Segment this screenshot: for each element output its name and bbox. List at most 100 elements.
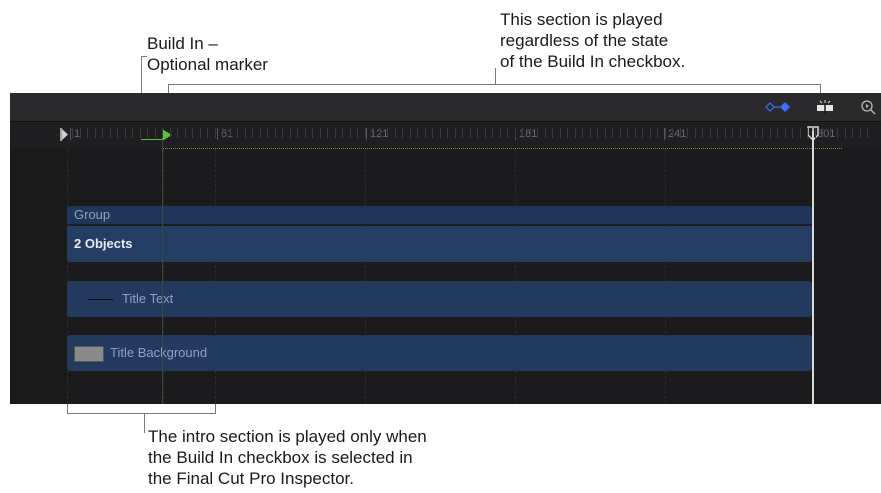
played-regardless-callout: This section is played regardless of the… (500, 9, 685, 72)
ruler-tick (642, 128, 643, 138)
title-text-label: Title Text (122, 291, 174, 306)
ruler-tick (275, 128, 276, 138)
ruler-tick (747, 128, 748, 138)
build-in-leader-tick (141, 56, 147, 57)
ruler-tick (80, 128, 81, 138)
ruler-tick (455, 128, 456, 138)
zoom-icon[interactable] (860, 99, 876, 115)
ruler-tick (567, 128, 568, 138)
ruler-tick (605, 128, 606, 138)
snapping-icon[interactable] (814, 99, 836, 115)
ruler-tick (417, 128, 418, 138)
ruler-tick (402, 128, 403, 138)
ruler-label: 241 (664, 128, 686, 140)
ruler-tick (192, 128, 193, 138)
ruler-tick (792, 128, 793, 138)
ruler-tick (110, 128, 111, 138)
ruler-tick (432, 128, 433, 138)
ruler-tick (815, 128, 816, 138)
ruler-tick (95, 128, 96, 138)
intro-bracket-right (215, 404, 216, 413)
ruler-tick (387, 128, 388, 138)
ruler-tick (140, 128, 141, 138)
ruler-tick (777, 128, 778, 138)
ruler-tick (537, 128, 538, 138)
ruler-tick (230, 128, 231, 138)
ruler-tick (462, 128, 463, 138)
ruler-tick (237, 128, 238, 138)
ruler-tick (597, 128, 598, 138)
ruler-tick (200, 128, 201, 138)
ruler-tick (740, 128, 741, 138)
ruler-tick (87, 128, 88, 138)
regardless-bracket-left (168, 84, 169, 93)
ruler-tick (770, 128, 771, 138)
ruler-tick (297, 128, 298, 138)
play-range-dotted-line (162, 148, 842, 149)
ruler-tick (560, 128, 561, 138)
ruler-tick (185, 128, 186, 138)
ruler-label: 181 (515, 128, 537, 140)
ruler-tick (837, 128, 838, 138)
ruler-tick (252, 128, 253, 138)
ruler-tick (357, 128, 358, 138)
ruler-tick (305, 128, 306, 138)
intro-callout-line: the Build In checkbox is selected in (148, 448, 413, 467)
ruler-tick (320, 128, 321, 138)
ruler-tick (665, 128, 666, 138)
ruler-tick (522, 128, 523, 138)
ruler-tick (530, 128, 531, 138)
objects-track[interactable]: 2 Objects (67, 226, 812, 262)
ruler-tick (125, 128, 126, 138)
ruler-tick (395, 128, 396, 138)
regardless-bracket-stem (495, 68, 496, 84)
ruler-tick (620, 128, 621, 138)
ruler-tick (215, 128, 216, 138)
marker-green-line (141, 139, 163, 140)
ruler-tick (725, 128, 726, 138)
title-text-track[interactable]: Title Text (67, 281, 812, 317)
ruler-tick (425, 128, 426, 138)
played-regardless-callout-line: regardless of the state (500, 31, 669, 50)
ruler-tick (845, 128, 846, 138)
group-track[interactable]: Group (67, 206, 812, 224)
ruler-tick (650, 128, 651, 138)
ruler-tick (485, 128, 486, 138)
ruler-tick (695, 128, 696, 138)
ruler-label: 121 (366, 128, 388, 140)
ruler-tick (672, 128, 673, 138)
ruler-tick (582, 128, 583, 138)
ruler-tick (282, 128, 283, 138)
play-range-in-icon[interactable] (60, 128, 70, 141)
title-text-line-icon (88, 299, 113, 300)
intro-bracket-bottom (67, 413, 216, 414)
timeline-panel: 1 61 121 181 241 301 Group 2 Objects Tit… (10, 93, 881, 404)
ruler-tick (147, 128, 148, 138)
ruler-tick (72, 128, 73, 138)
ruler-tick (717, 128, 718, 138)
ruler-tick (335, 128, 336, 138)
ruler-tick (612, 128, 613, 138)
ruler-tick (440, 128, 441, 138)
title-background-track[interactable]: Title Background (67, 335, 812, 371)
ruler-tick (785, 128, 786, 138)
ruler-tick (860, 128, 861, 138)
ruler-tick (492, 128, 493, 138)
intro-callout-line: the Final Cut Pro Inspector. (148, 469, 354, 488)
played-regardless-callout-line: of the Build In checkbox. (500, 52, 686, 71)
intro-callout: The intro section is played only when th… (148, 426, 427, 489)
ruler-tick (800, 128, 801, 138)
timeline-ruler[interactable]: 1 61 121 181 241 301 (10, 122, 881, 148)
ruler-tick (372, 128, 373, 138)
ruler-tick (260, 128, 261, 138)
keyframe-diamond-icon[interactable] (764, 99, 794, 115)
ruler-tick (342, 128, 343, 138)
ruler-tick (680, 128, 681, 138)
ruler-tick (830, 128, 831, 138)
ruler-tick (545, 128, 546, 138)
ruler-tick (635, 128, 636, 138)
ruler-tick (552, 128, 553, 138)
ruler-tick (410, 128, 411, 138)
ruler-tick (245, 128, 246, 138)
ruler-tick (170, 128, 171, 138)
